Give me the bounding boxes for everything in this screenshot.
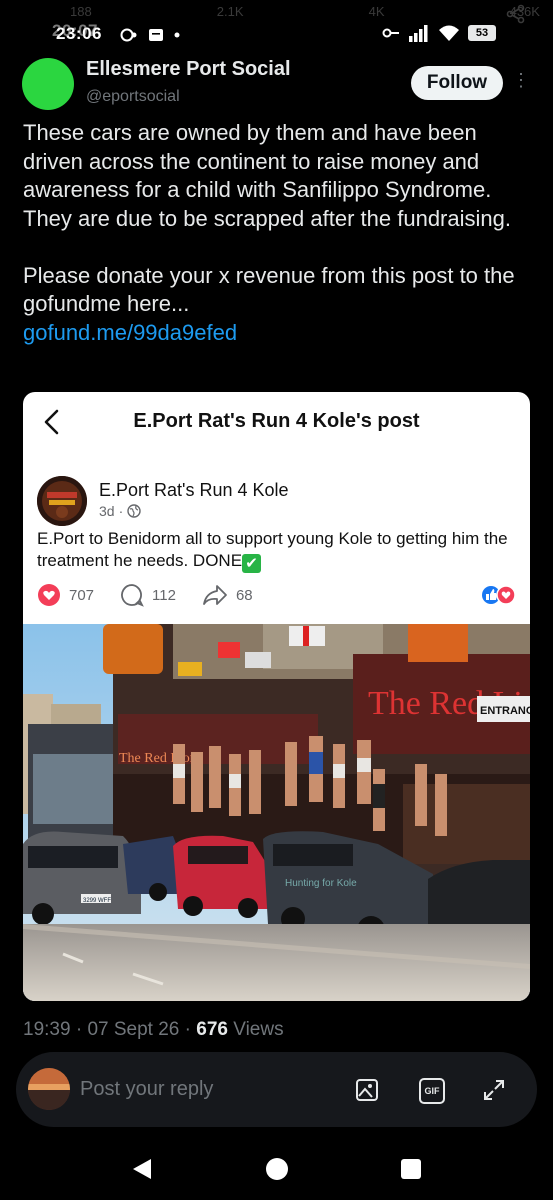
- share-count: 68: [235, 586, 253, 604]
- wifi-icon: [439, 25, 459, 41]
- follow-button[interactable]: Follow: [411, 66, 503, 100]
- views-count: 676: [196, 1019, 228, 1040]
- gofundme-link[interactable]: gofund.me/99da9efed: [23, 320, 237, 345]
- cell-signal-icon: [409, 25, 428, 42]
- check-mark-icon: ✔: [242, 554, 262, 573]
- reaction-summary-icon: [482, 585, 516, 605]
- photo-graffiti: Hunting for Kole: [285, 878, 357, 889]
- nav-recents-icon[interactable]: [401, 1158, 421, 1180]
- share-arrow-icon: [203, 585, 227, 605]
- gif-icon[interactable]: GIF: [419, 1078, 445, 1104]
- post-paragraph-1: These cars are owned by them and have be…: [23, 120, 511, 231]
- reply-bar[interactable]: Post your reply GIF: [16, 1052, 537, 1127]
- reaction-bar: 707 112 68: [37, 583, 517, 607]
- more-options-icon[interactable]: ⋮: [512, 70, 530, 91]
- post-media-card[interactable]: E.Port Rat's Run 4 Kole's post E.Port Ra…: [23, 392, 530, 1001]
- post-time: 19:39: [23, 1019, 71, 1040]
- views-label: Views: [233, 1019, 284, 1040]
- photo-plate: 3299 WFF: [83, 898, 111, 904]
- like-count: 707: [69, 586, 95, 604]
- ghost-stat-reposts: 2.1K: [216, 4, 244, 19]
- post-date: 07 Sept 26: [87, 1019, 180, 1040]
- author-handle[interactable]: @eportsocial: [86, 88, 180, 106]
- post-paragraph-2: Please donate your x revenue from this p…: [23, 262, 515, 317]
- globe-icon: [127, 504, 141, 518]
- image-icon[interactable]: [355, 1078, 379, 1102]
- battery-indicator: 53: [468, 25, 496, 41]
- post-meta: 19:39 · 07 Sept 26 · 676 Views: [23, 1019, 284, 1040]
- like-count-item: 707: [37, 583, 94, 607]
- post-body: These cars are owned by them and have be…: [23, 119, 538, 347]
- comment-count-item: 112: [120, 583, 176, 607]
- status-clock-ghost: 20:07: [52, 21, 98, 40]
- comment-icon: [121, 584, 144, 607]
- page-avatar: [37, 476, 87, 526]
- embed-post-body: E.Port to Benidorm all to support young …: [37, 529, 508, 570]
- nav-back-icon[interactable]: [131, 1157, 153, 1181]
- embed-post-text: E.Port to Benidorm all to support young …: [37, 528, 522, 573]
- share-count-item: 68: [202, 583, 253, 607]
- heart-reaction-icon: [38, 584, 60, 606]
- post-age: 3d: [99, 503, 115, 519]
- page-logo-icon: [37, 476, 87, 526]
- status-bar: 188 2.1K 4K 436K 20:07 23:06 53: [0, 0, 553, 50]
- message-icon: [149, 29, 163, 41]
- status-clock: 20:07 23:06: [52, 21, 102, 44]
- dot-icon: [174, 32, 180, 38]
- notification-badge-icon: [120, 28, 137, 42]
- share-ghost-icon: [506, 4, 525, 24]
- street-photo: The Red Lio The Red Lion ENTRANC 3299 WF: [23, 624, 530, 1001]
- notification-icons: [120, 28, 180, 42]
- reply-input[interactable]: Post your reply: [80, 1078, 213, 1101]
- page-name: E.Port Rat's Run 4 Kole: [99, 480, 289, 500]
- author-avatar[interactable]: [22, 58, 74, 110]
- ghost-stat-likes: 4K: [368, 4, 385, 19]
- system-icons: 53: [382, 24, 496, 42]
- photo-entrance-sign: ENTRANC: [480, 705, 530, 717]
- comment-count: 112: [152, 586, 176, 604]
- user-avatar: [28, 1068, 70, 1110]
- post-meta-row: 3d ·: [99, 503, 141, 519]
- sunset-avatar-icon: [28, 1068, 70, 1110]
- photo-sign-left: The Red Lion: [119, 751, 197, 766]
- ghost-stats-overlay: 188 2.1K 4K 436K: [70, 4, 540, 26]
- author-display-name[interactable]: Ellesmere Port Social: [86, 58, 291, 81]
- embed-title: E.Port Rat's Run 4 Kole's post: [133, 410, 420, 432]
- expand-icon[interactable]: [482, 1078, 506, 1102]
- nav-home-icon[interactable]: [265, 1157, 289, 1181]
- key-icon: [382, 28, 399, 38]
